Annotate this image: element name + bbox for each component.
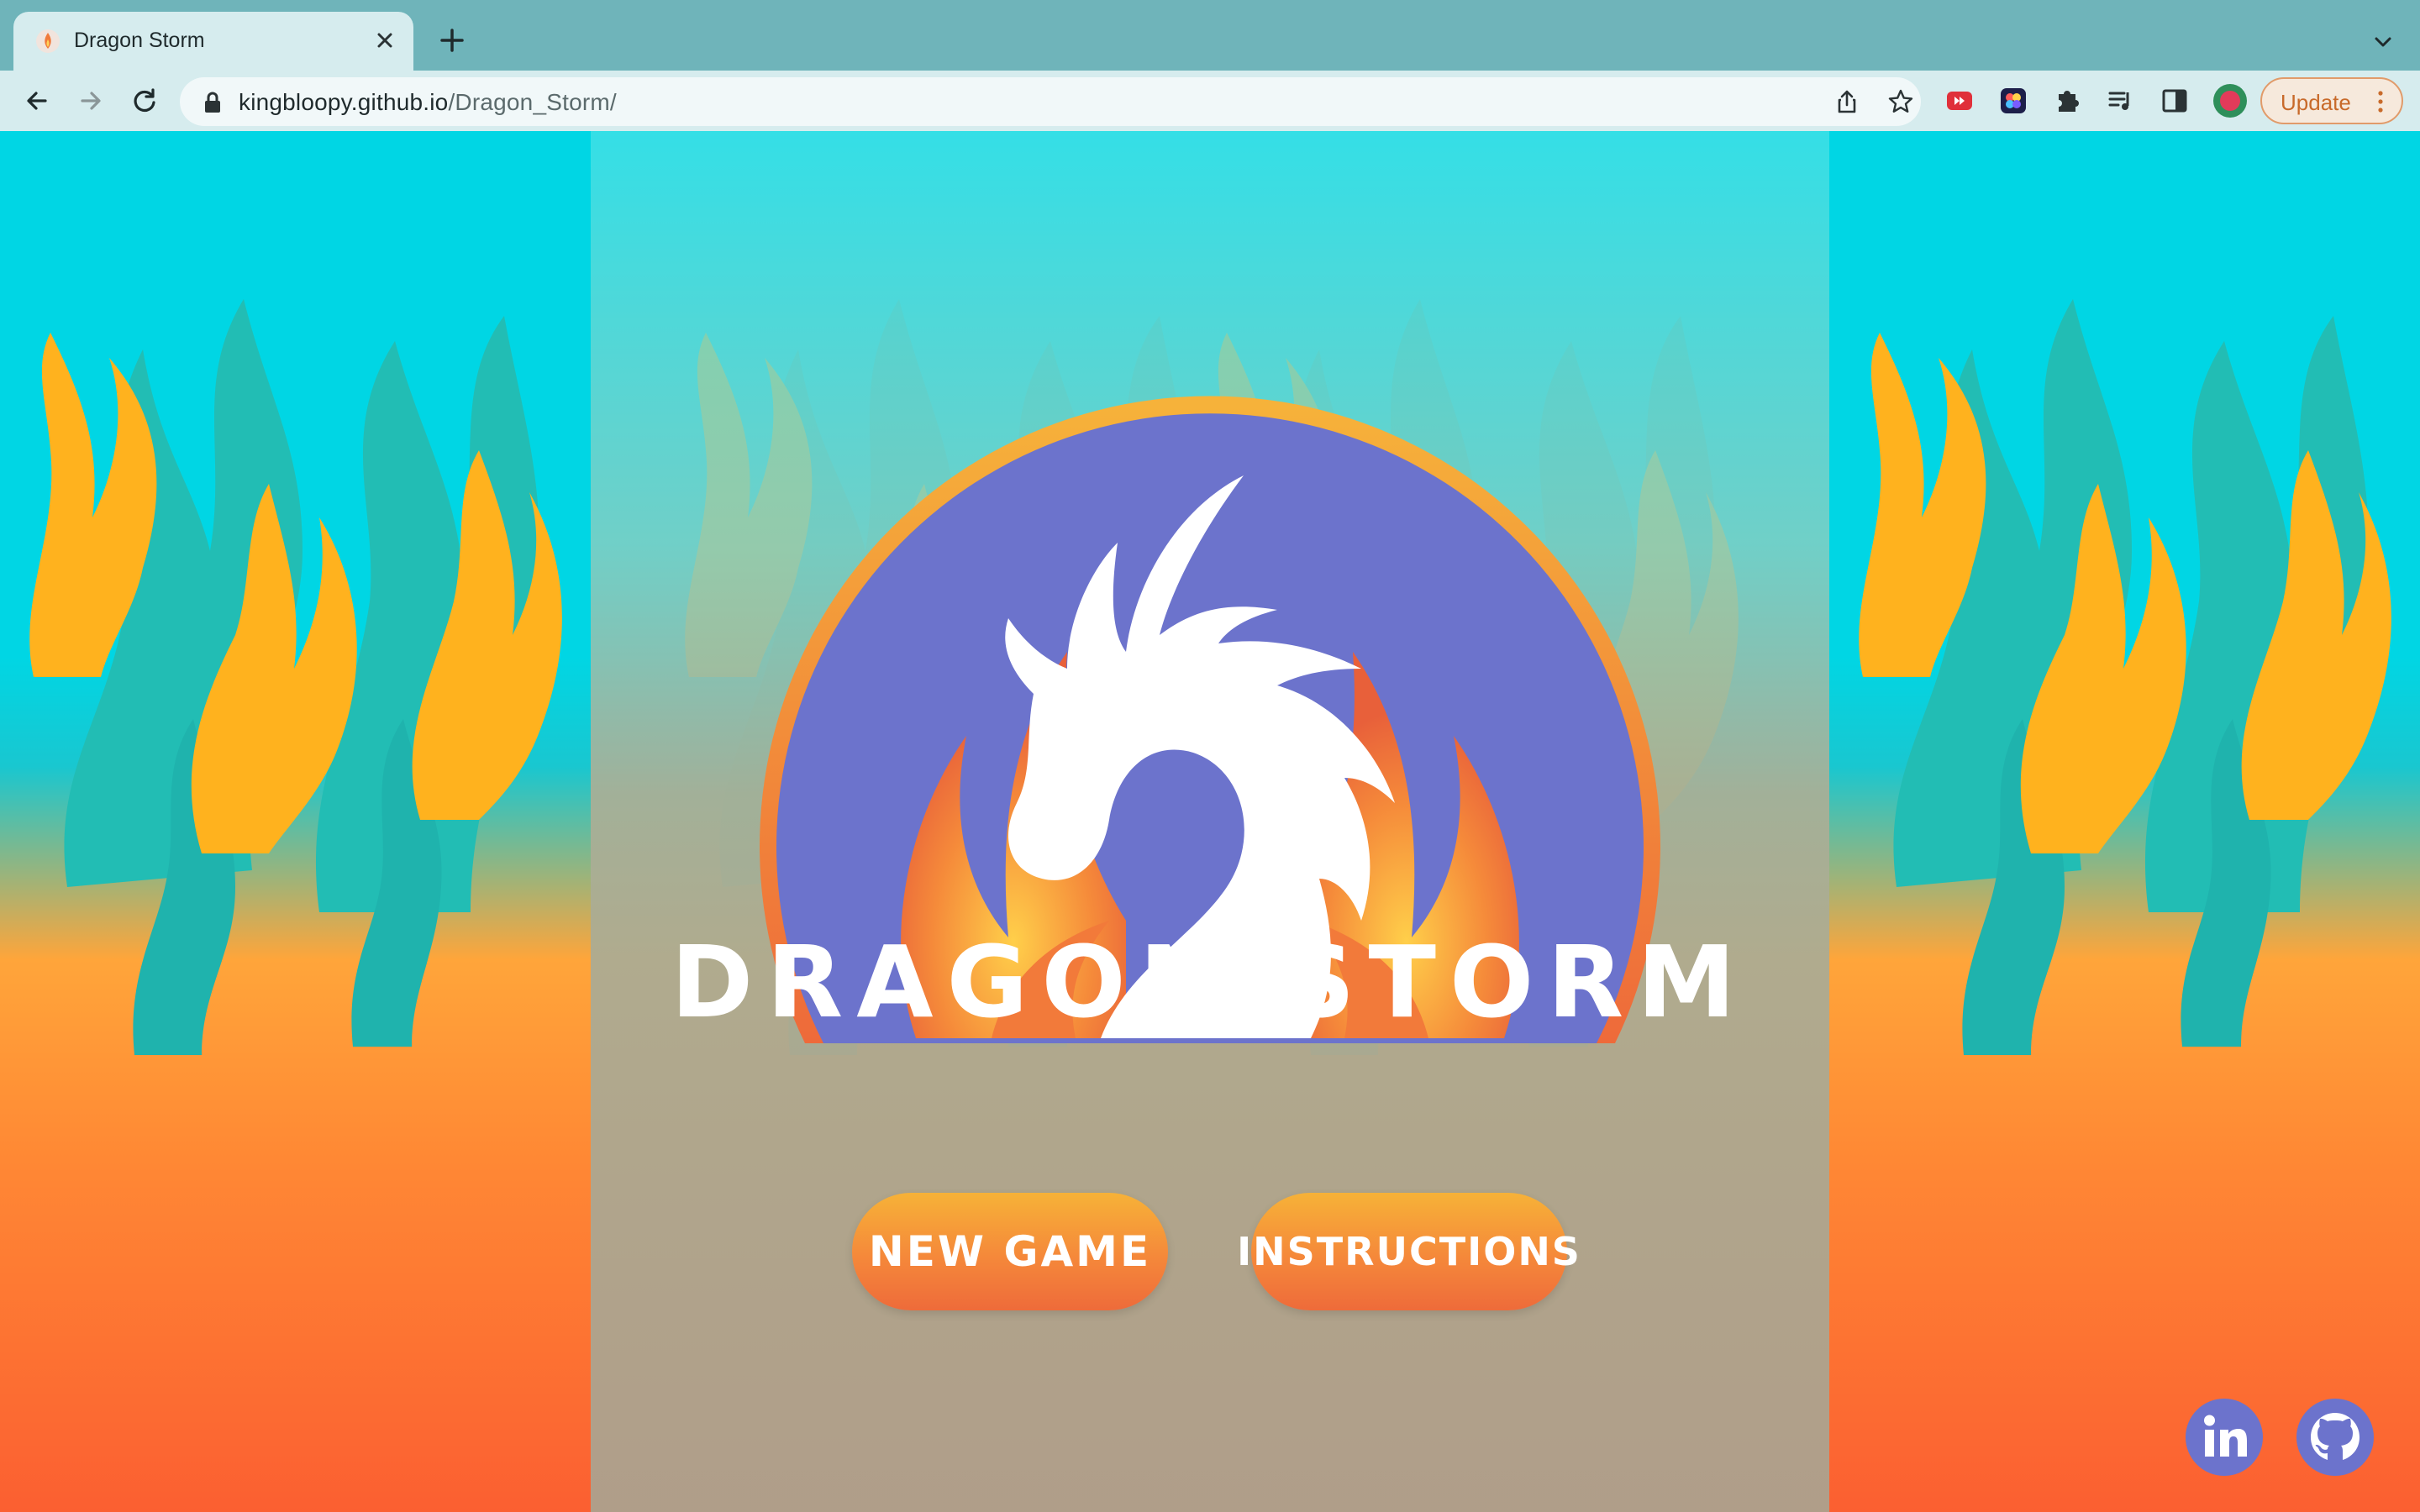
- forward-arrow-icon[interactable]: [74, 84, 108, 118]
- url-host: kingbloopy.github.io: [239, 89, 449, 115]
- bookmark-star-icon[interactable]: [1886, 87, 1916, 117]
- share-icon[interactable]: [1832, 87, 1862, 117]
- new-game-button[interactable]: NEW GAME: [852, 1193, 1168, 1310]
- new-tab-icon[interactable]: [434, 22, 471, 59]
- tab-title: Dragon Storm: [74, 29, 205, 52]
- media-queue-icon[interactable]: [2106, 86, 2136, 116]
- color-extension-icon[interactable]: [1998, 86, 2028, 116]
- flame-favicon-icon: [36, 29, 60, 53]
- reload-icon[interactable]: [128, 84, 161, 118]
- instructions-button[interactable]: INSTRUCTIONS: [1237, 1193, 1580, 1310]
- browser-tab-active[interactable]: Dragon Storm: [13, 12, 413, 71]
- browser-toolbar: kingbloopy.github.io/Dragon_Storm/ Updat…: [0, 71, 2420, 131]
- close-tab-icon[interactable]: [368, 24, 402, 57]
- video-extension-icon[interactable]: [1944, 86, 1975, 116]
- browser-tab-strip: Dragon Storm: [0, 0, 2420, 71]
- address-bar[interactable]: kingbloopy.github.io/Dragon_Storm/: [180, 77, 1921, 126]
- update-label: Update: [2281, 90, 2351, 115]
- url-path: /Dragon_Storm/: [448, 89, 617, 115]
- more-vert-icon[interactable]: [2375, 89, 2386, 114]
- update-button[interactable]: Update: [2260, 77, 2403, 124]
- puzzle-extensions-icon[interactable]: [2052, 86, 2082, 116]
- game-page: DRAGON STORM NEW GAME INSTRUCTIONS: [0, 131, 2420, 1512]
- github-icon[interactable]: [2296, 1398, 2375, 1477]
- side-panel-icon[interactable]: [2160, 86, 2190, 116]
- back-arrow-icon[interactable]: [20, 84, 54, 118]
- profile-avatar-icon[interactable]: [2212, 82, 2249, 119]
- linkedin-icon[interactable]: [2185, 1398, 2264, 1477]
- lock-icon: [205, 92, 220, 113]
- game-title: DRAGON STORM: [671, 924, 1749, 1040]
- url-text: kingbloopy.github.io/Dragon_Storm/: [239, 89, 617, 116]
- chevron-down-icon[interactable]: [2366, 25, 2400, 59]
